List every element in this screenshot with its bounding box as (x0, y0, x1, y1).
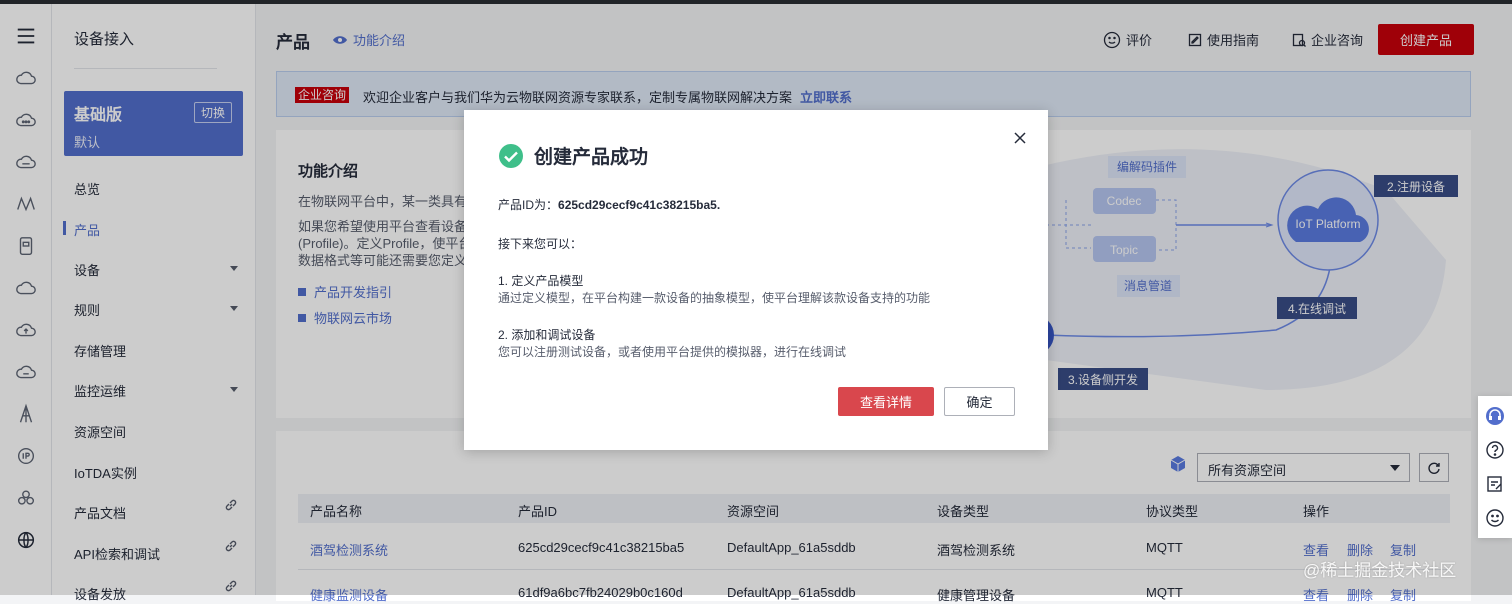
step2-desc: 您可以注册测试设备，或者使用平台提供的模拟器，进行在线调试 (498, 345, 847, 359)
floating-help-toolbar (1478, 396, 1512, 538)
customer-service-icon[interactable] (1485, 406, 1505, 426)
dialog-title: 创建产品成功 (534, 147, 649, 168)
smiley-feedback-icon[interactable] (1485, 508, 1505, 528)
view-details-button[interactable]: 查看详情 (838, 387, 934, 416)
watermark-text: @稀土掘金技术社区 (1303, 561, 1457, 580)
feedback-edit-icon[interactable] (1485, 474, 1505, 494)
next-steps-label: 接下来您可以： (498, 237, 583, 251)
create-success-dialog: 创建产品成功 产品ID为：625cd29cecf9c41c38215ba5. 接… (464, 110, 1048, 450)
dialog-header: 创建产品成功 (498, 142, 648, 169)
step1-desc: 通过定义模型，在平台构建一款设备的抽象模型，使平台理解该款设备支持的功能 (498, 291, 931, 305)
success-check-icon (499, 143, 523, 168)
pid-label: 产品ID为： (498, 198, 559, 212)
confirm-button[interactable]: 确定 (944, 387, 1015, 416)
close-icon[interactable] (1011, 129, 1029, 147)
help-icon[interactable] (1485, 440, 1505, 460)
step2-title: 2. 添加和调试设备 (498, 328, 596, 342)
step1-title: 1. 定义产品模型 (498, 274, 584, 288)
pid-value: 625cd29cecf9c41c38215ba5. (558, 198, 721, 212)
product-id-line: 产品ID为：625cd29cecf9c41c38215ba5. (498, 196, 720, 213)
